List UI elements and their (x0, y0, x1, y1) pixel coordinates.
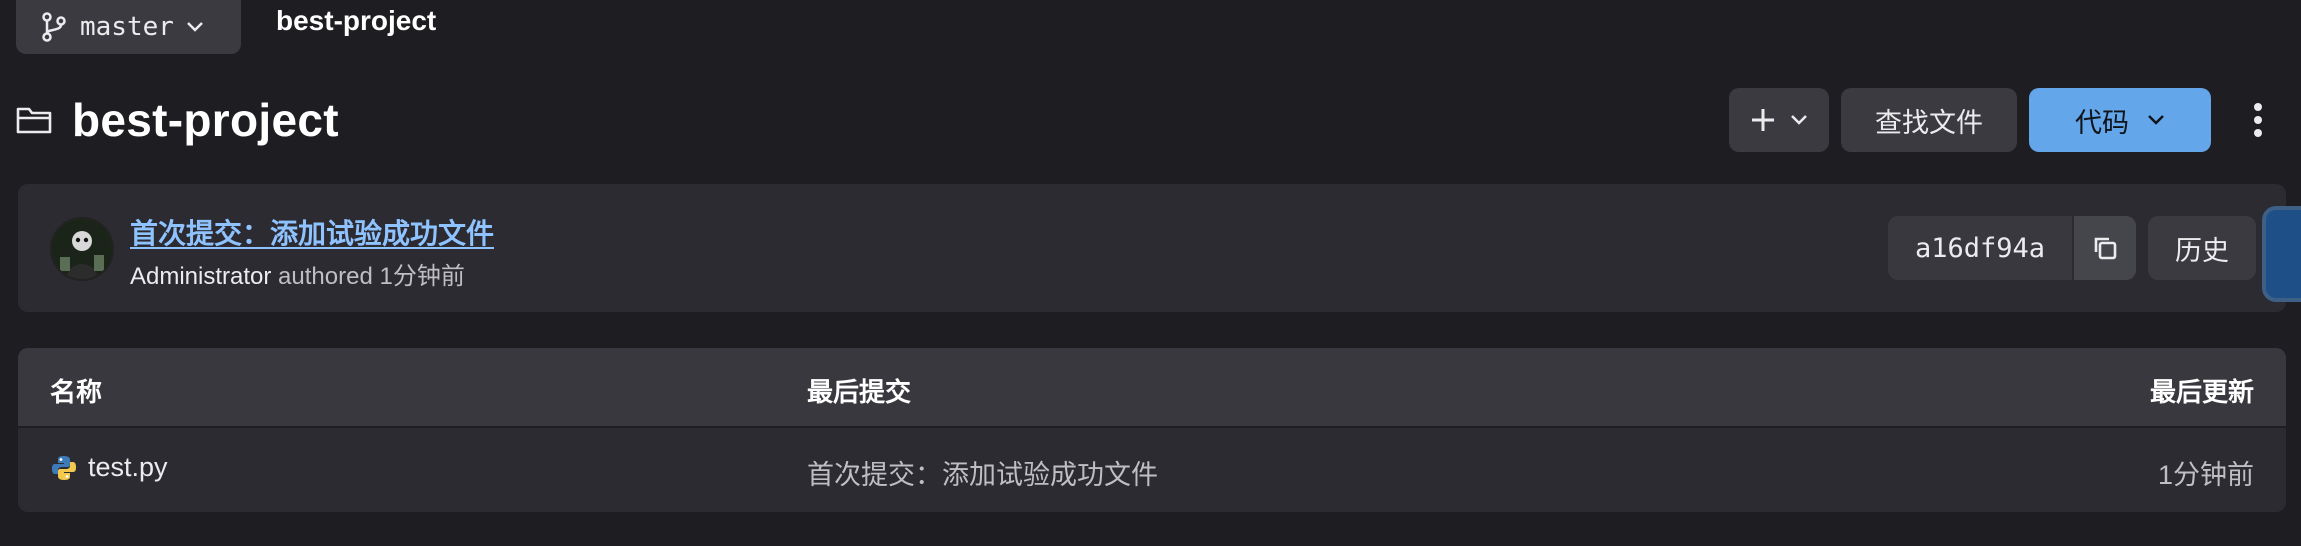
code-dropdown-button[interactable]: 代码 (2029, 88, 2211, 152)
file-tree-table: 名称 最后提交 最后更新 test.py 首次提交：添加试验成功文件 1分钟前 (18, 348, 2286, 512)
file-last-update: 1分钟前 (2157, 460, 2254, 490)
python-file-icon (52, 455, 76, 480)
file-name-cell[interactable]: test.py (50, 452, 168, 483)
file-name[interactable]: test.py (88, 452, 168, 483)
column-header-last-commit: 最后提交 (807, 377, 912, 407)
table-row[interactable]: test.py 首次提交：添加试验成功文件 1分钟前 (18, 428, 2286, 510)
add-dropdown-button[interactable] (1729, 88, 1829, 152)
commit-sha[interactable]: a16df94a (1888, 216, 2072, 280)
kebab-menu-icon (2254, 103, 2262, 137)
code-button-label: 代码 (2075, 107, 2129, 138)
branch-name: master (80, 12, 174, 42)
commit-time: 1分钟前 (379, 263, 465, 290)
plus-icon (1752, 109, 1774, 131)
commit-sha-group: a16df94a (1888, 216, 2136, 280)
find-file-button[interactable]: 查找文件 (1841, 88, 2017, 152)
column-header-name: 名称 (50, 377, 103, 407)
authored-text: authored (278, 263, 373, 290)
chevron-down-icon (2148, 115, 2164, 125)
chevron-down-icon (1791, 115, 1807, 125)
commit-message-link[interactable]: 首次提交：添加试验成功文件 (130, 212, 494, 252)
table-header: 名称 最后提交 最后更新 (18, 348, 2286, 428)
branch-selector[interactable]: master (16, 0, 241, 54)
top-breadcrumb-bar: master best-project (16, 0, 436, 54)
breadcrumb-project[interactable]: best-project (276, 5, 436, 37)
file-last-commit-link[interactable]: 首次提交：添加试验成功文件 (807, 453, 1158, 492)
title-row: best-project 查找文件 代码 (16, 88, 2301, 152)
folder-icon (16, 107, 52, 134)
branch-icon (42, 12, 66, 42)
side-widget-button[interactable] (2262, 206, 2301, 302)
more-actions-button[interactable] (2243, 88, 2273, 152)
chevron-down-icon (187, 22, 203, 32)
avatar-image (52, 219, 112, 279)
avatar[interactable] (50, 217, 114, 281)
copy-icon (2094, 237, 2117, 260)
history-button[interactable]: 历史 (2148, 216, 2256, 280)
header-actions: 查找文件 代码 (1729, 88, 2301, 152)
copy-sha-button[interactable] (2072, 216, 2136, 280)
commit-author[interactable]: Administrator (130, 263, 271, 290)
commit-meta: Administrator authored 1分钟前 (130, 256, 465, 291)
last-commit-panel: 首次提交：添加试验成功文件 Administrator authored 1分钟… (18, 184, 2286, 312)
column-header-last-update: 最后更新 (2149, 377, 2254, 407)
page-title: best-project (72, 94, 339, 146)
